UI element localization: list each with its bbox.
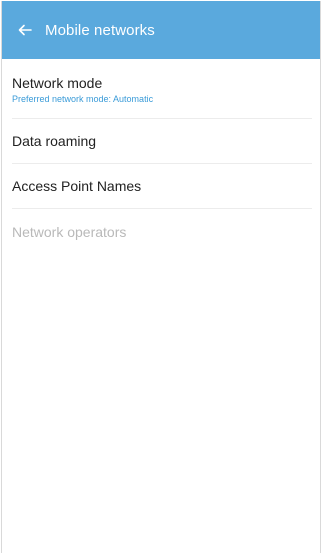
- list-item-network-mode[interactable]: Network mode Preferred network mode: Aut…: [12, 59, 312, 119]
- list-item-data-roaming[interactable]: Data roaming: [12, 119, 312, 164]
- data-roaming-title: Data roaming: [12, 133, 97, 149]
- app-bar: Mobile networks: [2, 1, 320, 59]
- page-title: Mobile networks: [45, 21, 155, 39]
- settings-list: Network mode Preferred network mode: Aut…: [2, 59, 320, 254]
- arrow-left-icon-glyph: [18, 24, 32, 36]
- access-point-names-title: Access Point Names: [12, 178, 142, 194]
- list-item-access-point-names[interactable]: Access Point Names: [12, 164, 312, 209]
- list-item-network-operators: Network operators: [12, 209, 312, 254]
- settings-screen: Mobile networks Network mode Preferred n…: [1, 1, 321, 553]
- network-mode-title: Network mode: [12, 75, 103, 91]
- network-mode-subtitle: Preferred network mode: Automatic: [12, 94, 154, 104]
- arrow-left-icon[interactable]: [15, 20, 35, 40]
- network-operators-title: Network operators: [12, 223, 127, 240]
